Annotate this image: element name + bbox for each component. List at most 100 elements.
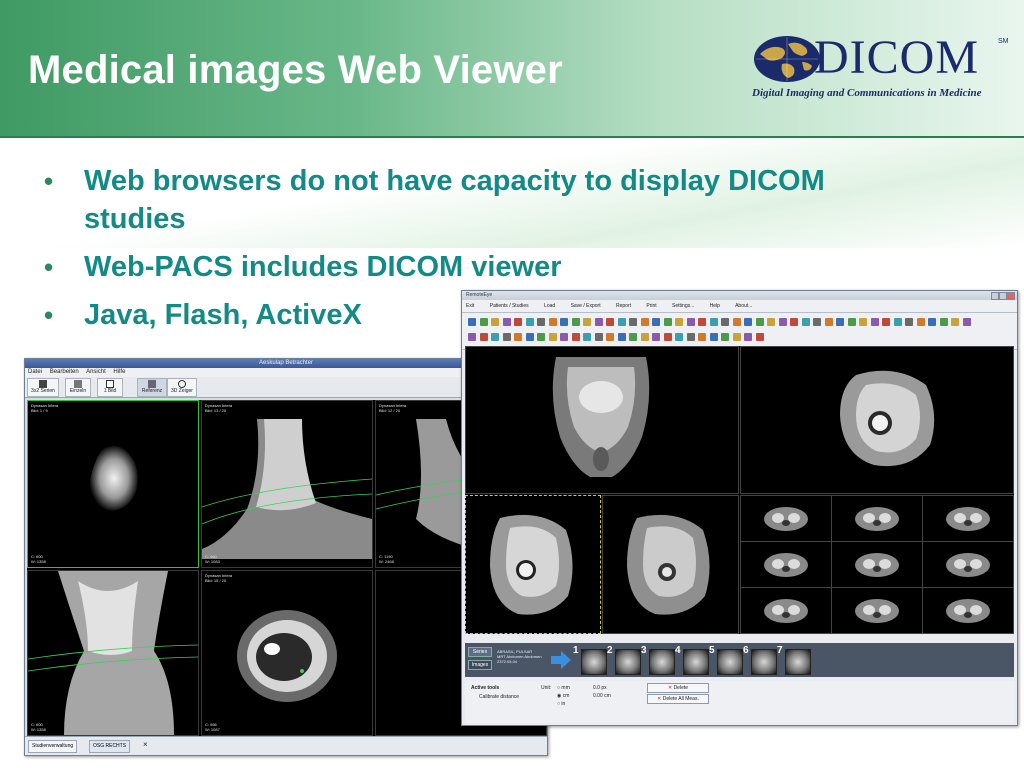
image-cell[interactable]: Dynasan Intera Bild: 1 / 9 C: 600 W: 135…: [27, 400, 199, 568]
tool-icon[interactable]: [721, 333, 729, 341]
axial-slice[interactable]: [831, 541, 923, 588]
images-tab[interactable]: Images: [468, 660, 492, 670]
tool-icon[interactable]: [617, 333, 626, 341]
tool-icon[interactable]: [847, 318, 856, 326]
tool-icon[interactable]: [686, 333, 695, 341]
close-icon[interactable]: [1007, 292, 1015, 300]
tool-icon[interactable]: [859, 318, 867, 326]
tool-icon[interactable]: [951, 318, 959, 326]
series-tab[interactable]: Series: [468, 647, 492, 657]
tool-icon[interactable]: [778, 318, 787, 326]
menu-item-exit[interactable]: Exit: [466, 303, 474, 309]
tool-icon[interactable]: [640, 333, 649, 341]
menu-item-about[interactable]: About...: [735, 303, 752, 309]
axial-slice[interactable]: [740, 541, 832, 588]
tool-icon[interactable]: [893, 318, 902, 326]
tool-icon[interactable]: [939, 318, 948, 326]
axial-slice[interactable]: [922, 587, 1014, 634]
axial-slice[interactable]: [740, 495, 832, 542]
tool-icon[interactable]: [744, 318, 752, 326]
series-thumbnail[interactable]: 3: [641, 645, 675, 675]
delete-all-button[interactable]: ✕ Delete All Meas.: [647, 694, 709, 704]
delete-button[interactable]: ✕ Delete: [647, 683, 709, 693]
tool-icon[interactable]: [698, 333, 706, 341]
minimize-icon[interactable]: [991, 292, 999, 300]
image-pane[interactable]: [740, 346, 1014, 494]
axial-slice[interactable]: [740, 587, 832, 634]
tool-icon[interactable]: [675, 333, 683, 341]
tool-icon[interactable]: [606, 333, 614, 341]
tool-icon[interactable]: [640, 318, 649, 326]
tool-icon[interactable]: [882, 318, 890, 326]
tool-icon[interactable]: [813, 318, 821, 326]
tool-icon[interactable]: [583, 318, 591, 326]
tool-icon[interactable]: [755, 318, 764, 326]
unit-radio-mm[interactable]: ○ mm: [557, 685, 570, 691]
tool-icon[interactable]: [905, 318, 913, 326]
reference-button[interactable]: Referenz: [137, 378, 167, 397]
tool-icon[interactable]: [629, 318, 637, 326]
tool-icon[interactable]: [525, 318, 534, 326]
tool-icon[interactable]: [617, 318, 626, 326]
tool-icon[interactable]: [709, 333, 718, 341]
axial-slice[interactable]: [922, 541, 1014, 588]
series-thumbnail[interactable]: 4: [675, 645, 709, 675]
menu-item-ansicht[interactable]: Ansicht: [86, 369, 106, 375]
tool-icon[interactable]: [502, 333, 511, 341]
menu-item-load[interactable]: Load: [544, 303, 555, 309]
tool-icon[interactable]: [548, 333, 557, 341]
unit-radio-cm[interactable]: ◉ cm: [557, 693, 569, 699]
tool-icon[interactable]: [479, 333, 488, 341]
tool-icon[interactable]: [514, 318, 522, 326]
tool-icon[interactable]: [698, 318, 706, 326]
close-tab-icon[interactable]: ×: [143, 740, 148, 749]
tool-icon[interactable]: [571, 318, 580, 326]
tool-icon[interactable]: [491, 318, 499, 326]
tool-icon[interactable]: [755, 333, 764, 341]
tool-icon[interactable]: [491, 333, 499, 341]
tool-icon[interactable]: [502, 318, 511, 326]
tool-icon[interactable]: [732, 318, 741, 326]
axial-slice[interactable]: [831, 495, 923, 542]
image-pane[interactable]: [465, 346, 739, 494]
tool-icon[interactable]: [962, 318, 971, 326]
tool-icon[interactable]: [675, 318, 683, 326]
menu-item-save-export[interactable]: Save / Export: [571, 303, 601, 309]
tool-icon[interactable]: [652, 333, 660, 341]
axial-slice[interactable]: [922, 495, 1014, 542]
tool-icon[interactable]: [801, 318, 810, 326]
tool-icon[interactable]: [560, 318, 568, 326]
tool-icon[interactable]: [709, 318, 718, 326]
tool-icon[interactable]: [836, 318, 844, 326]
tool-icon[interactable]: [537, 333, 545, 341]
tool-icon[interactable]: [514, 333, 522, 341]
tool-icon[interactable]: [594, 333, 603, 341]
menu-item-bearbeiten[interactable]: Bearbeiten: [50, 369, 79, 375]
tool-icon[interactable]: [652, 318, 660, 326]
tool-icon[interactable]: [468, 318, 476, 326]
tool-icon[interactable]: [916, 318, 925, 326]
tool-icon[interactable]: [560, 333, 568, 341]
tool-icon[interactable]: [744, 333, 752, 341]
series-thumbnail[interactable]: 1: [573, 645, 607, 675]
image-cell[interactable]: C: 600 W: 1358: [27, 570, 199, 736]
tool-icon[interactable]: [583, 333, 591, 341]
tab-osg-rechts[interactable]: OSG RECHTS: [89, 740, 131, 753]
menu-item-patients-studies[interactable]: Patients / Studies: [490, 303, 529, 309]
menu-item-help[interactable]: Help: [710, 303, 720, 309]
tool-icon[interactable]: [870, 318, 879, 326]
series-thumbnail[interactable]: 2: [607, 645, 641, 675]
tool-icon[interactable]: [537, 318, 545, 326]
single-view-button[interactable]: Einzeln: [65, 378, 91, 397]
one-image-button[interactable]: 1 Bild: [97, 378, 123, 397]
image-pane[interactable]: [602, 495, 739, 634]
tool-icon[interactable]: [548, 318, 557, 326]
series-thumbnail[interactable]: 7: [777, 645, 811, 675]
tool-icon[interactable]: [767, 318, 775, 326]
menu-item-settings[interactable]: Settings...: [672, 303, 694, 309]
tool-icon[interactable]: [686, 318, 695, 326]
tool-icon[interactable]: [790, 318, 798, 326]
tool-icon[interactable]: [663, 318, 672, 326]
tool-icon[interactable]: [468, 333, 476, 341]
tool-icon[interactable]: [594, 318, 603, 326]
